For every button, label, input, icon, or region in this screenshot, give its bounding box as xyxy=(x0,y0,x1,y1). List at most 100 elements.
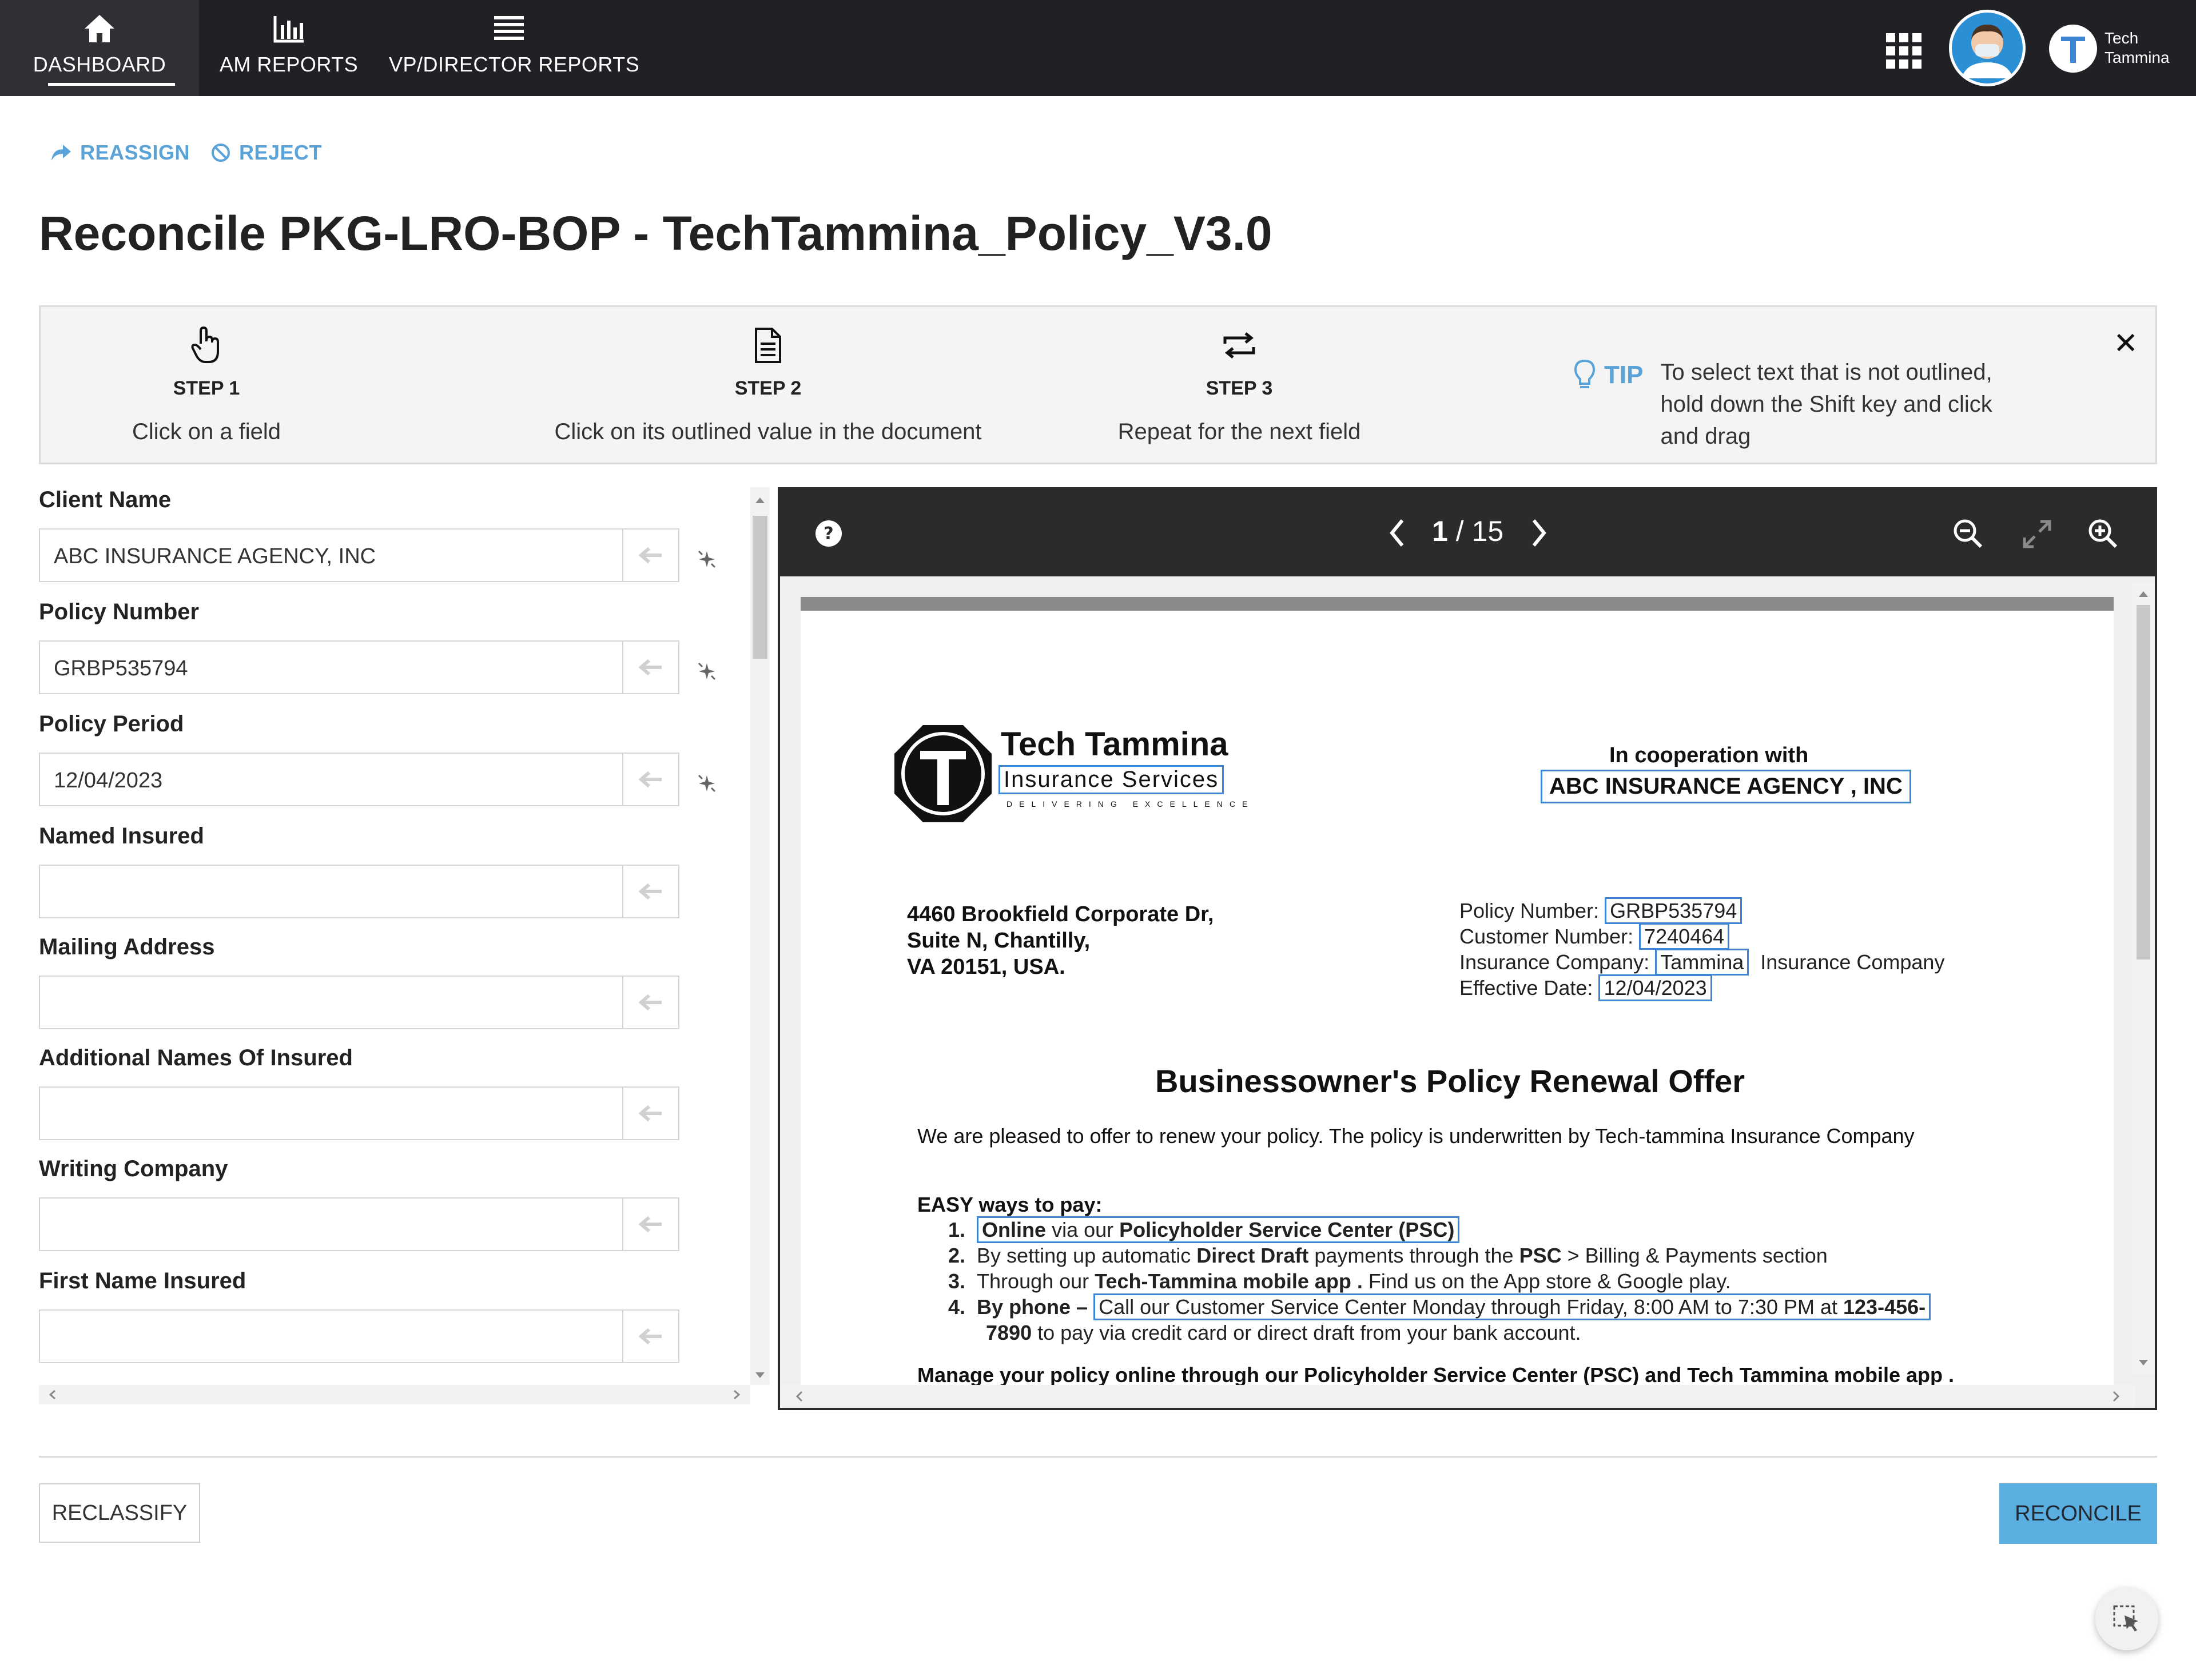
scroll-left-icon[interactable] xyxy=(791,1385,809,1408)
capture-arrow-button[interactable] xyxy=(622,1311,678,1362)
coop-label: In cooperation with xyxy=(1609,743,1809,767)
named-insured-input[interactable] xyxy=(39,865,679,918)
payment-item-4-cont: 7890 to pay via credit card or direct dr… xyxy=(986,1321,1581,1344)
floating-select-button[interactable] xyxy=(2095,1587,2158,1650)
arrow-left-icon xyxy=(639,659,662,676)
scroll-down-icon[interactable] xyxy=(2132,1354,2155,1371)
tip-label: TIP xyxy=(1604,361,1644,389)
step-3-desc: Repeat for the next field xyxy=(1117,419,1361,444)
field-label: Client Name xyxy=(39,487,172,512)
writing-company-input[interactable] xyxy=(39,1197,679,1251)
field-value: 12/04/2023 xyxy=(54,769,163,793)
zoom-in-icon[interactable] xyxy=(2087,518,2119,553)
capture-arrow-button[interactable] xyxy=(622,754,678,805)
scroll-up-icon[interactable] xyxy=(2132,586,2155,603)
insurance-company-value[interactable]: Tammina xyxy=(1655,949,1749,976)
field-value: ABC INSURANCE AGENCY, INC xyxy=(54,544,376,568)
document-page: Tech Tammina Insurance Services DELIVERI… xyxy=(801,597,2114,1386)
scroll-up-icon[interactable] xyxy=(750,493,770,508)
policy-number-input[interactable]: GRBP535794 xyxy=(39,640,679,694)
reconcile-button[interactable]: RECONCILE xyxy=(1999,1483,2157,1544)
capture-arrow-button[interactable] xyxy=(622,977,678,1028)
customer-number-label: Customer Number: xyxy=(1459,925,1634,948)
phone-instructions[interactable]: Call our Customer Service Center Monday … xyxy=(1093,1293,1931,1320)
arrow-left-icon xyxy=(639,883,662,900)
sparkle-icon[interactable] xyxy=(695,772,718,798)
capture-arrow-button[interactable] xyxy=(622,1088,678,1139)
customer-number-value[interactable]: 7240464 xyxy=(1639,923,1730,950)
manage-line: Manage your policy online through our Po… xyxy=(917,1363,1954,1386)
nav-vp-director-reports-label: VP/DIRECTOR REPORTS xyxy=(389,53,640,76)
close-icon[interactable]: ✕ xyxy=(2113,327,2138,361)
next-page-icon[interactable] xyxy=(1527,517,1550,552)
form-vertical-scrollbar[interactable] xyxy=(750,487,770,1385)
sparkle-icon[interactable] xyxy=(695,660,718,686)
document-icon xyxy=(755,328,781,363)
underwriter: Tech-tammina Insurance Company xyxy=(1595,1124,1915,1148)
field-mailing-address: Mailing Address xyxy=(39,934,748,1029)
field-label: Policy Number xyxy=(39,599,200,624)
current-page: 1 xyxy=(1432,515,1448,547)
client-name-input[interactable]: ABC INSURANCE AGENCY, INC xyxy=(39,528,679,582)
field-policy-number: Policy Number GRBP535794 xyxy=(39,599,748,694)
logo-subtitle[interactable]: Insurance Services xyxy=(998,765,1224,794)
intro-line: We are pleased to offer to renew your po… xyxy=(917,1124,1915,1148)
zoom-out-icon[interactable] xyxy=(1952,518,1984,553)
capture-arrow-button[interactable] xyxy=(622,642,678,693)
insurance-company-suffix: Insurance Company xyxy=(1760,950,1945,974)
policy-details: Policy Number: GRBP535794 Customer Numbe… xyxy=(1459,897,1945,1001)
additional-names-input[interactable] xyxy=(39,1086,679,1140)
field-first-name-insured: First Name Insured xyxy=(39,1268,748,1363)
policy-number-value[interactable]: GRBP535794 xyxy=(1605,897,1743,924)
first-name-insured-input[interactable] xyxy=(39,1309,679,1363)
repeat-icon xyxy=(1223,332,1255,359)
nav-dashboard-label: DASHBOARD xyxy=(33,53,166,76)
active-tab-underline xyxy=(48,83,175,86)
scroll-right-icon[interactable] xyxy=(2107,1385,2124,1408)
logo-title: Tech Tammina xyxy=(1001,726,1228,763)
step-3-title: STEP 3 xyxy=(1206,377,1273,399)
intro-text: We are pleased to offer to renew your po… xyxy=(917,1124,1596,1148)
field-writing-company: Writing Company xyxy=(39,1156,748,1251)
reclassify-button[interactable]: RECLASSIFY xyxy=(39,1483,200,1543)
fullscreen-icon[interactable] xyxy=(2021,518,2053,553)
prev-page-icon[interactable] xyxy=(1386,517,1409,552)
company-address: 4460 Brookfield Corporate Dr, Suite N, C… xyxy=(907,901,1214,980)
mailing-address-input[interactable] xyxy=(39,976,679,1029)
arrow-left-icon xyxy=(639,547,662,564)
field-label: First Name Insured xyxy=(39,1268,246,1293)
coop-agency[interactable]: ABC INSURANCE AGENCY , INC xyxy=(1541,770,1911,803)
step-3: STEP 3 Repeat for the next field xyxy=(1079,327,1399,445)
arrow-left-icon xyxy=(639,771,662,788)
scroll-thumb[interactable] xyxy=(2137,605,2150,960)
address-line-2: Suite N, Chantilly, xyxy=(907,929,1091,953)
payment-item-4: 4. By phone – Call our Customer Service … xyxy=(948,1293,1931,1320)
scroll-down-icon[interactable] xyxy=(750,1368,770,1383)
scroll-thumb[interactable] xyxy=(753,516,767,659)
capture-arrow-button[interactable] xyxy=(622,1199,678,1250)
reject-button[interactable]: REJECT xyxy=(210,141,322,165)
form-horizontal-scrollbar[interactable] xyxy=(39,1385,750,1404)
reassign-button[interactable]: REASSIGN xyxy=(50,141,190,165)
apps-grid-icon[interactable] xyxy=(1886,33,1922,71)
brand-line1: Tech xyxy=(2104,29,2139,47)
effective-date-value[interactable]: 12/04/2023 xyxy=(1598,974,1712,1001)
help-icon[interactable]: ? xyxy=(814,519,843,551)
sparkle-icon[interactable] xyxy=(695,548,718,574)
scroll-left-icon[interactable] xyxy=(45,1385,62,1404)
policy-period-input[interactable]: 12/04/2023 xyxy=(39,753,679,806)
cursor-select-icon xyxy=(2113,1605,2138,1631)
nav-vp-director-reports[interactable]: VP/DIRECTOR REPORTS xyxy=(389,0,640,96)
psc-link[interactable]: Online via our Policyholder Service Cent… xyxy=(977,1216,1460,1243)
scroll-right-icon[interactable] xyxy=(727,1385,745,1404)
capture-arrow-button[interactable] xyxy=(622,866,678,917)
nav-am-reports[interactable]: AM REPORTS xyxy=(217,0,360,96)
user-avatar[interactable] xyxy=(1949,10,2026,86)
payment-list: 1. Online via our Policyholder Service C… xyxy=(948,1216,1931,1345)
field-additional-names: Additional Names Of Insured xyxy=(39,1045,748,1140)
tip-text: To select text that is not outlined, hol… xyxy=(1660,360,1992,449)
capture-arrow-button[interactable] xyxy=(622,530,678,581)
nav-dashboard[interactable]: DASHBOARD xyxy=(0,0,199,96)
document-vertical-scrollbar[interactable] xyxy=(2132,582,2155,1375)
document-horizontal-scrollbar[interactable] xyxy=(780,1385,2135,1408)
